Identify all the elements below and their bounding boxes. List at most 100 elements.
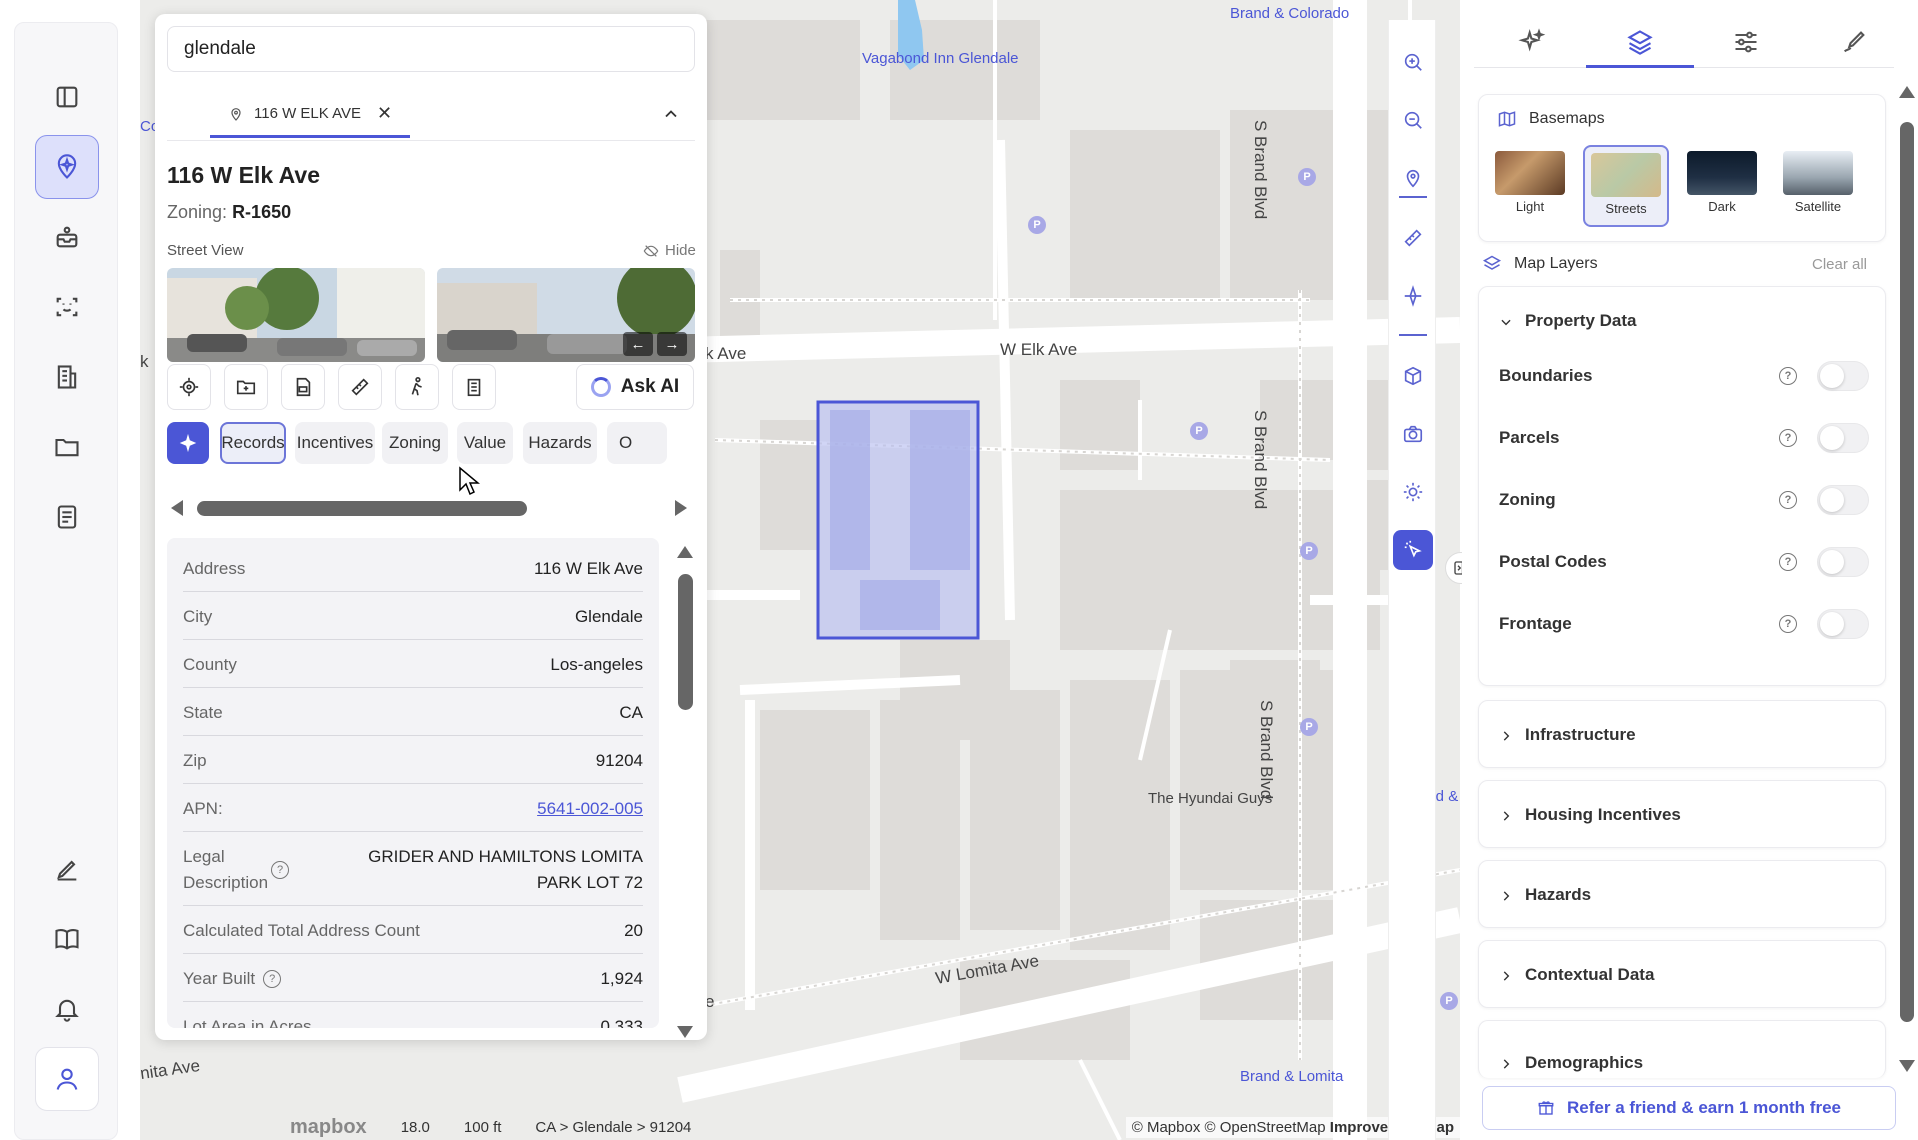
face-scan-nav-icon[interactable] xyxy=(35,275,99,339)
infrastructure-card[interactable]: Infrastructure xyxy=(1478,700,1886,768)
map-label-brand-colorado[interactable]: Brand & Colorado xyxy=(1230,5,1349,22)
building-nav-icon[interactable] xyxy=(35,345,99,409)
scroll-up-arrow[interactable] xyxy=(1899,86,1915,98)
street-view-photo-2[interactable]: ← → xyxy=(437,268,695,362)
demographics-header[interactable]: Demographics xyxy=(1499,1053,1643,1073)
tab-records[interactable]: Records xyxy=(220,422,286,464)
parking-poi-icon[interactable]: P xyxy=(1440,992,1458,1010)
frontage-toggle[interactable] xyxy=(1817,609,1869,639)
draw-tab-icon[interactable] xyxy=(1840,28,1868,56)
scroll-left-arrow[interactable] xyxy=(171,500,183,516)
infrastructure-header[interactable]: Infrastructure xyxy=(1499,725,1636,745)
help-icon[interactable]: ? xyxy=(1779,429,1797,447)
records-vertical-scrollbar[interactable] xyxy=(673,544,697,1040)
measure-button[interactable] xyxy=(338,364,382,410)
inbox-nav-icon[interactable] xyxy=(35,205,99,269)
hazards-header[interactable]: Hazards xyxy=(1499,885,1591,905)
locate-button[interactable] xyxy=(167,364,211,410)
hazards-card[interactable]: Hazards xyxy=(1478,860,1886,928)
profile-nav-icon[interactable] xyxy=(35,1047,99,1111)
tab-zoning[interactable]: Zoning xyxy=(382,422,448,464)
apn-link[interactable]: 5641-002-005 xyxy=(537,799,643,819)
parking-poi-icon[interactable]: P xyxy=(1028,216,1046,234)
tab-hazards[interactable]: Hazards xyxy=(523,422,597,464)
map-label-vagabond[interactable]: Vagabond Inn Glendale xyxy=(862,50,1019,67)
sidebar-toggle-icon[interactable] xyxy=(35,65,99,129)
photo-next-button[interactable]: → xyxy=(657,332,687,356)
parking-poi-icon[interactable]: P xyxy=(1298,168,1316,186)
contextual-data-card[interactable]: Contextual Data xyxy=(1478,940,1886,1008)
parking-poi-icon[interactable]: P xyxy=(1300,542,1318,560)
demographics-card[interactable]: Demographics xyxy=(1478,1020,1886,1078)
zoning-toggle[interactable] xyxy=(1817,485,1869,515)
edit-nav-icon[interactable] xyxy=(35,837,99,901)
book-nav-icon[interactable] xyxy=(35,907,99,971)
mapbox-logo[interactable]: mapbox xyxy=(290,1116,367,1139)
filters-tab-icon[interactable] xyxy=(1732,28,1760,56)
postal-codes-toggle[interactable] xyxy=(1817,547,1869,577)
document-nav-icon[interactable] xyxy=(35,485,99,549)
compass-icon[interactable] xyxy=(1393,276,1433,316)
walk-score-button[interactable] xyxy=(395,364,439,410)
scroll-down-arrow[interactable] xyxy=(1899,1060,1915,1072)
property-data-header[interactable]: Property Data xyxy=(1499,311,1636,331)
help-icon[interactable]: ? xyxy=(1779,553,1797,571)
report-button[interactable] xyxy=(281,364,325,410)
help-icon[interactable]: ? xyxy=(1779,491,1797,509)
boundaries-toggle[interactable] xyxy=(1817,361,1869,391)
tab-incentives[interactable]: Incentives xyxy=(295,422,375,464)
scroll-down-arrow[interactable] xyxy=(677,1026,693,1038)
refer-friend-button[interactable]: Refer a friend & earn 1 month free xyxy=(1482,1086,1896,1130)
ruler-icon[interactable] xyxy=(1393,218,1433,258)
clear-all-button[interactable]: Clear all xyxy=(1812,256,1867,273)
address-tab[interactable]: 116 W ELK AVE ✕ xyxy=(210,92,411,138)
ask-ai-button[interactable]: Ask AI xyxy=(576,364,694,410)
basemap-dark[interactable]: Dark xyxy=(1679,145,1765,227)
help-icon[interactable]: ? xyxy=(1779,615,1797,633)
scroll-right-arrow[interactable] xyxy=(675,500,687,516)
tab-value[interactable]: Value xyxy=(457,422,513,464)
scroll-thumb[interactable] xyxy=(197,501,527,516)
layers-tab-icon[interactable] xyxy=(1626,28,1654,56)
layers-vertical-scrollbar[interactable] xyxy=(1896,86,1918,1076)
basemap-light[interactable]: Light xyxy=(1487,145,1573,227)
basemap-streets[interactable]: Streets xyxy=(1583,145,1669,227)
search-input[interactable]: glendale xyxy=(167,26,695,72)
contextual-data-header[interactable]: Contextual Data xyxy=(1499,965,1654,985)
sun-icon[interactable] xyxy=(1393,472,1433,512)
camera-icon[interactable] xyxy=(1393,414,1433,454)
zoom-in-icon[interactable] xyxy=(1393,42,1433,82)
add-folder-button[interactable] xyxy=(224,364,268,410)
folder-nav-icon[interactable] xyxy=(35,415,99,479)
tabs-horizontal-scrollbar[interactable] xyxy=(167,496,695,520)
map-label-hyundai[interactable]: The Hyundai Guys xyxy=(1148,790,1272,807)
help-icon[interactable]: ? xyxy=(1779,367,1797,385)
help-icon[interactable]: ? xyxy=(263,969,282,988)
map-label-brand-lomita[interactable]: Brand & Lomita xyxy=(1240,1068,1343,1085)
scroll-thumb[interactable] xyxy=(678,574,693,710)
building-button[interactable] xyxy=(452,364,496,410)
parking-poi-icon[interactable]: P xyxy=(1300,718,1318,736)
scroll-up-arrow[interactable] xyxy=(677,546,693,558)
select-pointer-icon[interactable] xyxy=(1393,530,1433,570)
photo-prev-button[interactable]: ← xyxy=(623,332,653,356)
basemap-satellite[interactable]: Satellite xyxy=(1775,145,1861,227)
housing-incentives-card[interactable]: Housing Incentives xyxy=(1478,780,1886,848)
hide-street-view-button[interactable]: Hide xyxy=(643,242,696,259)
scroll-thumb[interactable] xyxy=(1900,122,1914,1022)
parcels-toggle[interactable] xyxy=(1817,423,1869,453)
zoom-out-icon[interactable] xyxy=(1393,100,1433,140)
street-view-photo-1[interactable] xyxy=(167,268,425,362)
close-icon[interactable]: ✕ xyxy=(377,103,392,124)
sparkles-tab-icon[interactable] xyxy=(1518,28,1546,56)
help-icon[interactable]: ? xyxy=(271,860,289,879)
ai-summary-button[interactable] xyxy=(167,422,209,464)
bell-nav-icon[interactable] xyxy=(35,977,99,1041)
map-pin-nav-icon[interactable] xyxy=(35,135,99,199)
attribution-text[interactable]: © Mapbox © OpenStreetMap xyxy=(1132,1119,1326,1136)
tab-overflow[interactable]: O xyxy=(607,422,667,464)
location-pin-icon[interactable] xyxy=(1393,158,1433,198)
housing-incentives-header[interactable]: Housing Incentives xyxy=(1499,805,1681,825)
parking-poi-icon[interactable]: P xyxy=(1190,422,1208,440)
chevron-up-icon[interactable] xyxy=(661,104,681,124)
